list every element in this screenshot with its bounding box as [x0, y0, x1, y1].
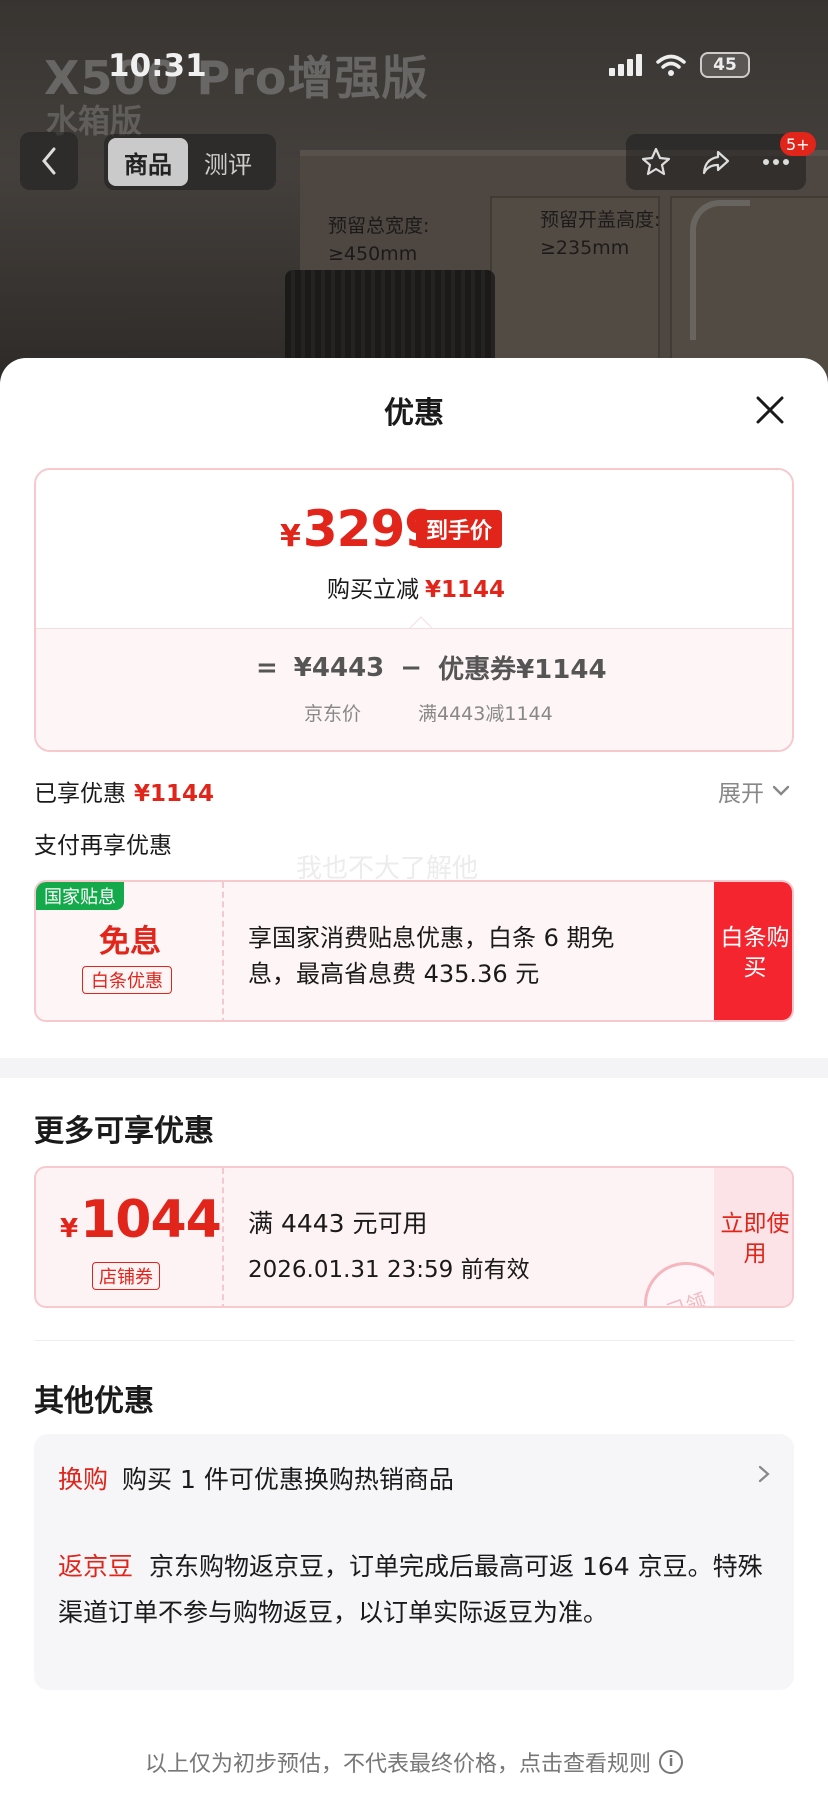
share-icon[interactable]: [700, 146, 732, 178]
divider: [34, 1340, 794, 1341]
interest-subsidy-card: 免息 白条优惠 国家贴息 享国家消费贴息优惠，白条 6 期免息，最高省息费 43…: [34, 880, 794, 1022]
enjoyed-discount: 已享优惠 ¥1144: [34, 781, 215, 807]
pay-more-label: 支付再享优惠: [34, 833, 172, 859]
subsidy-label: 白条优惠: [82, 966, 172, 994]
chevron-right-icon[interactable]: [754, 1464, 774, 1484]
baitiao-buy-button[interactable]: 白条购买: [714, 882, 792, 1020]
status-time: 10:31: [108, 48, 207, 84]
jd-price: ¥4443: [293, 652, 385, 683]
back-button[interactable]: [20, 132, 78, 190]
coupon-condition: 满 4443 元可用: [248, 1209, 428, 1238]
chevron-down-icon: [772, 785, 790, 796]
jingdou-tag: 返京豆: [58, 1552, 134, 1581]
subsidy-description: 享国家消费贴息优惠，白条 6 期免息，最高省息费 435.36 元: [248, 924, 615, 988]
coupon-type: 店铺券: [92, 1262, 160, 1290]
tab-review[interactable]: 测评: [188, 138, 268, 186]
sheet-title: 优惠: [384, 396, 444, 431]
close-icon[interactable]: [752, 392, 788, 428]
coupon-validity: 2026.01.31 23:59 前有效: [248, 1257, 530, 1283]
star-icon[interactable]: [640, 146, 672, 178]
message-badge: 5+: [780, 132, 816, 156]
final-price-tag: 到手价: [416, 510, 503, 548]
more-offers-title: 更多可享优惠: [34, 1114, 214, 1149]
price-breakdown-card: ¥ 3299 到手价 购买立减 ¥1144 = ¥4443 − 优惠券¥1144 …: [34, 468, 794, 752]
nav-tabs: 商品 测评: [104, 134, 276, 190]
price-formula: = ¥4443 − 优惠券¥1144 京东价 满4443减1144: [36, 628, 792, 750]
expand-button[interactable]: 展开: [718, 774, 790, 808]
use-now-button[interactable]: 立即使用: [714, 1168, 792, 1306]
other-offers-card: 换购 购买 1 件可优惠换购热销商品 返京豆 京东购物返京豆，订单完成后最高可返 …: [34, 1434, 794, 1690]
nav-actions: [626, 134, 806, 190]
info-icon: i: [659, 1750, 683, 1774]
subsidy-title: 免息: [99, 924, 161, 960]
store-coupon-card: ¥ 1044 店铺券 满 4443 元可用 2026.01.31 23:59 前…: [34, 1166, 794, 1308]
section-separator: [0, 1058, 828, 1078]
discount-line: 购买立减 ¥1144: [326, 577, 506, 603]
jingdou-offer-row: 返京豆 京东购物返京豆，订单完成后最高可返 164 京豆。特殊渠道订单不参与购物返…: [58, 1544, 772, 1636]
exchange-text: 购买 1 件可优惠换购热销商品: [122, 1465, 454, 1494]
chevron-left-icon: [42, 147, 56, 175]
subsidy-tag: 国家贴息: [36, 882, 124, 910]
tab-product[interactable]: 商品: [108, 138, 188, 186]
wifi-icon: [656, 54, 686, 76]
final-price: ¥ 3299: [280, 500, 439, 558]
jd-price-caption: 京东价: [304, 703, 362, 725]
battery-icon: 45: [700, 52, 750, 78]
status-icons: 45: [609, 52, 750, 78]
exchange-tag: 换购: [58, 1465, 109, 1494]
jingdou-text: 京东购物返京豆，订单完成后最高可返 164 京豆。特殊渠道订单不参与购物返豆，以…: [58, 1552, 763, 1627]
exchange-offer-row[interactable]: 换购 购买 1 件可优惠换购热销商品: [58, 1460, 454, 1496]
coupon-amount: ¥ 1044: [60, 1190, 222, 1250]
signal-icon: [609, 54, 642, 76]
coupon-caption: 满4443减1144: [418, 703, 553, 725]
coupon-deduction: 优惠券¥1144: [438, 655, 607, 685]
promotion-sheet: 优惠 ¥ 3299 到手价 购买立减 ¥1144 = ¥4443 − 优惠券¥11…: [0, 358, 828, 1801]
disclaimer-link[interactable]: 以上仅为初步预估，不代表最终价格，点击查看规则 i: [0, 1746, 828, 1778]
other-offers-title: 其他优惠: [34, 1384, 154, 1419]
